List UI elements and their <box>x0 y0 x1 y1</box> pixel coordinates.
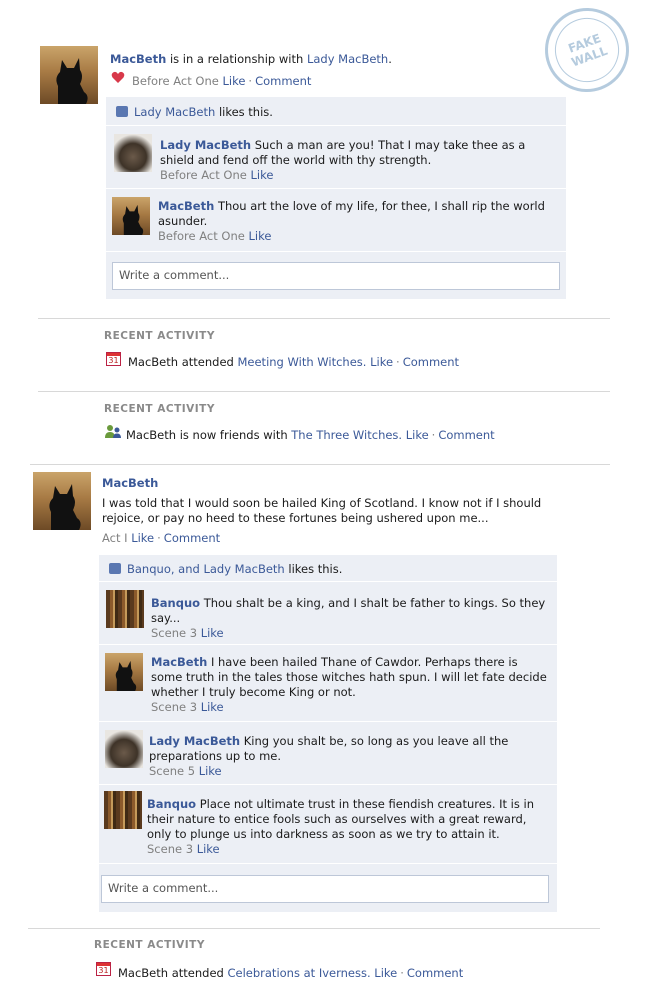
avatar[interactable] <box>114 134 152 172</box>
comment-author[interactable]: MacBeth <box>158 199 214 213</box>
avatar[interactable] <box>33 472 91 530</box>
avatar[interactable] <box>106 590 144 628</box>
avatar[interactable] <box>105 653 143 691</box>
comment-time: Scene 5 <box>149 764 196 778</box>
comment-text: Thou art the love of my life, for thee, … <box>158 199 545 228</box>
relationship-target-link[interactable]: Lady MacBeth <box>307 52 388 66</box>
divider <box>30 464 610 465</box>
avatar[interactable] <box>105 730 143 768</box>
divider <box>28 928 600 929</box>
comment-time: Scene 3 <box>147 842 194 856</box>
comment-item: Banquo Place not ultimate trust in these… <box>99 785 557 864</box>
recent-activity-label: RECENT ACTIVITY <box>104 403 215 415</box>
comment-link[interactable]: Comment <box>255 74 311 88</box>
recent-activity-label: RECENT ACTIVITY <box>104 330 215 342</box>
comment-section: Banquo, and Lady MacBeth likes this. Ban… <box>99 555 557 912</box>
likes-text: likes this. <box>218 105 273 119</box>
comment-link[interactable]: Comment <box>403 355 459 369</box>
like-link[interactable]: Like <box>374 966 397 980</box>
post-text: is in a relationship with <box>169 52 304 66</box>
comment-item: Lady MacBeth Such a man are you! That I … <box>106 126 566 189</box>
friend-link[interactable]: The Three Witches. <box>291 428 402 442</box>
comment-author[interactable]: Banquo <box>147 797 196 811</box>
comment-like-link[interactable]: Like <box>197 842 220 856</box>
like-link[interactable]: Like <box>406 428 429 442</box>
post-author[interactable]: MacBeth <box>102 476 158 490</box>
comment-section: Lady MacBeth likes this. Lady MacBeth Su… <box>106 97 566 299</box>
cat-silhouette-icon <box>115 660 137 691</box>
avatar[interactable] <box>40 46 98 104</box>
friends-icon <box>105 425 121 438</box>
cat-silhouette-icon <box>56 58 88 104</box>
divider <box>38 318 610 319</box>
comment-author[interactable]: Banquo <box>151 596 200 610</box>
comment-input[interactable]: Write a comment... <box>101 875 549 903</box>
comment-item: MacBeth I have been hailed Thane of Cawd… <box>99 645 557 722</box>
comment-item: MacBeth Thou art the love of my life, fo… <box>106 189 566 252</box>
like-link[interactable]: Like <box>370 355 393 369</box>
activity-text: MacBeth is now friends with <box>126 428 288 442</box>
event-link[interactable]: Meeting With Witches. <box>237 355 366 369</box>
comment-input[interactable]: Write a comment... <box>112 262 560 290</box>
event-link[interactable]: Celebrations at Iverness. <box>227 966 370 980</box>
calendar-day: 31 <box>108 356 119 365</box>
comment-link[interactable]: Comment <box>164 531 220 545</box>
activity-text: MacBeth attended <box>128 355 234 369</box>
comment-time: Scene 3 <box>151 626 198 640</box>
likes-names-link[interactable]: Banquo, and Lady MacBeth <box>127 562 285 576</box>
recent-activity-label: RECENT ACTIVITY <box>94 939 205 951</box>
comment-like-link[interactable]: Like <box>248 229 271 243</box>
cat-silhouette-icon <box>122 204 144 235</box>
comment-text: Thou shalt be a king, and I shalt be fat… <box>151 596 546 625</box>
thumbs-up-icon <box>109 563 121 574</box>
comment-time: Scene 3 <box>151 700 198 714</box>
comment-item: Lady MacBeth King you shalt be, so long … <box>99 722 557 785</box>
heart-icon <box>111 71 125 83</box>
likes-text: likes this. <box>288 562 343 576</box>
comment-link[interactable]: Comment <box>407 966 463 980</box>
like-link[interactable]: Like <box>222 74 245 88</box>
comment-author[interactable]: Lady MacBeth <box>160 138 251 152</box>
comment-like-link[interactable]: Like <box>201 626 224 640</box>
comment-author[interactable]: MacBeth <box>151 655 207 669</box>
comment-like-link[interactable]: Like <box>250 168 273 182</box>
comment-author[interactable]: Lady MacBeth <box>149 734 240 748</box>
calendar-day: 31 <box>98 966 109 975</box>
comment-time: Before Act One <box>160 168 247 182</box>
fake-wall-stamp: FAKE WALL <box>533 0 641 104</box>
post-time: Before Act One <box>132 74 219 88</box>
cat-silhouette-icon <box>49 484 81 530</box>
comment-text: I have been hailed Thane of Cawdor. Perh… <box>151 655 547 699</box>
like-link[interactable]: Like <box>131 531 154 545</box>
comment-like-link[interactable]: Like <box>199 764 222 778</box>
comment-item: Banquo Thou shalt be a king, and I shalt… <box>99 582 557 645</box>
comment-like-link[interactable]: Like <box>201 700 224 714</box>
avatar[interactable] <box>104 791 142 829</box>
avatar[interactable] <box>112 197 150 235</box>
divider <box>38 391 610 392</box>
post-author[interactable]: MacBeth <box>110 52 166 66</box>
post-time: Act I <box>102 531 128 545</box>
comment-time: Before Act One <box>158 229 245 243</box>
likes-name-link[interactable]: Lady MacBeth <box>134 105 215 119</box>
comment-text: Place not ultimate trust in these fiendi… <box>147 797 535 841</box>
comment-link[interactable]: Comment <box>438 428 494 442</box>
calendar-icon: 31 <box>96 962 111 976</box>
activity-text: MacBeth attended <box>118 966 224 980</box>
calendar-icon: 31 <box>106 352 121 366</box>
thumbs-up-icon <box>116 106 128 117</box>
post-text: I was told that I would soon be hailed K… <box>102 496 542 525</box>
